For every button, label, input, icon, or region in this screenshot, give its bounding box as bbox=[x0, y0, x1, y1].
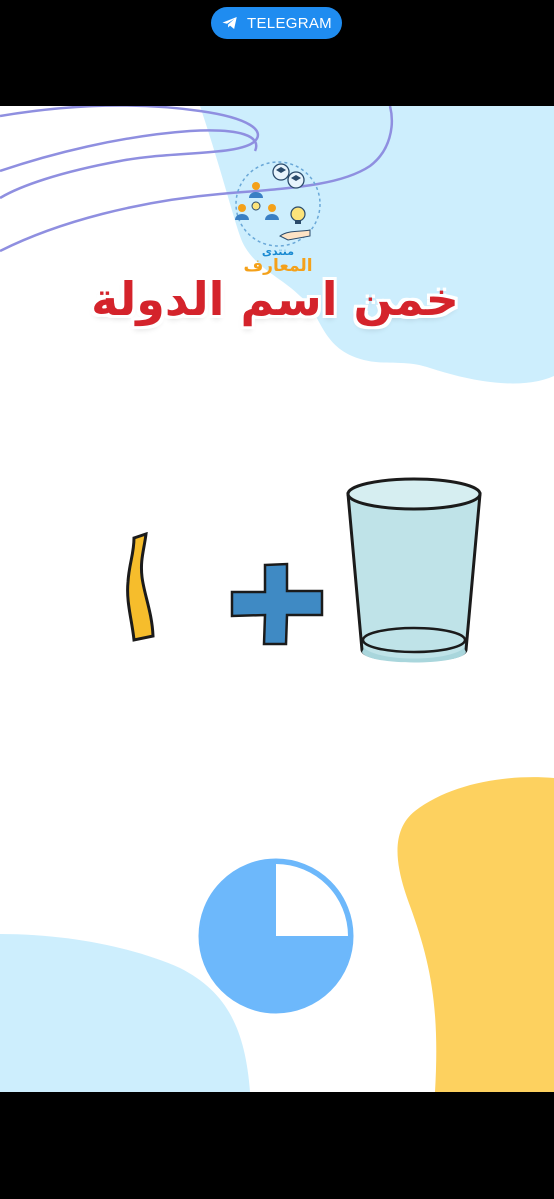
telegram-label: TELEGRAM bbox=[247, 14, 332, 32]
video-frame: منتدى المعارف خمن اسم الدولة bbox=[0, 106, 554, 1092]
alif-letter-icon bbox=[126, 532, 155, 642]
countdown-timer bbox=[198, 858, 354, 1014]
top-bar: TELEGRAM bbox=[0, 0, 554, 106]
bottom-bar bbox=[0, 1092, 554, 1199]
yellow-blob bbox=[397, 777, 554, 1092]
telegram-button[interactable]: TELEGRAM bbox=[211, 7, 342, 39]
timer-elapsed-wedge bbox=[276, 864, 348, 936]
logo-text: منتدى المعارف bbox=[230, 246, 326, 275]
glass-icon bbox=[346, 477, 482, 663]
plus-icon bbox=[230, 562, 324, 646]
telegram-icon bbox=[221, 14, 239, 32]
puzzle-title: خمن اسم الدولة bbox=[91, 272, 459, 326]
